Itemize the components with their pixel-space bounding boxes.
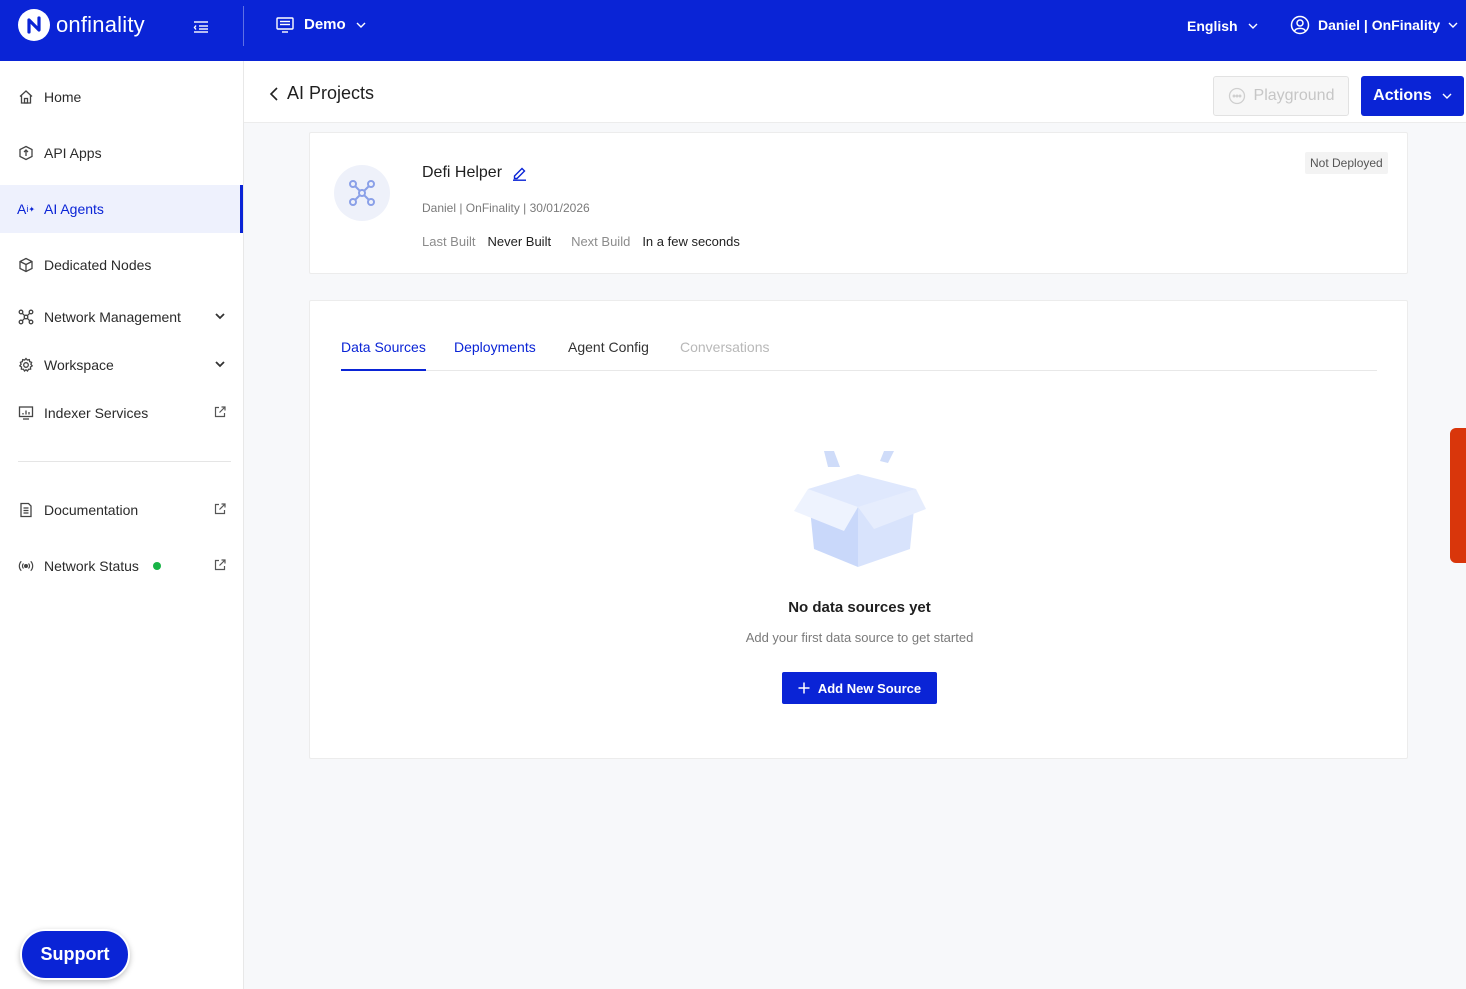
- playground-button[interactable]: Playground: [1213, 76, 1349, 116]
- chevron-down-icon: [1442, 93, 1452, 99]
- sidebar-item-network-status[interactable]: Network Status: [0, 542, 243, 590]
- gear-icon: [18, 357, 34, 373]
- user-menu[interactable]: Daniel | OnFinality: [1290, 15, 1458, 35]
- sidebar-item-label: AI Agents: [44, 201, 104, 217]
- external-link-icon: [214, 559, 226, 571]
- sidebar: Home API Apps Ai ✦ AI Agents Dedicated No…: [0, 61, 244, 989]
- sidebar-item-dedicated-nodes[interactable]: Dedicated Nodes: [0, 241, 243, 289]
- onfinality-logo-icon: [18, 9, 50, 41]
- back-link[interactable]: AI Projects: [269, 83, 374, 104]
- brand-name: onfinality: [56, 12, 145, 37]
- sidebar-divider: [18, 461, 231, 462]
- sidebar-item-label: Indexer Services: [44, 405, 149, 421]
- cube-icon: [18, 257, 34, 273]
- user-avatar-icon: [1290, 15, 1310, 35]
- page-header: AI Projects Playground Actions: [244, 61, 1466, 123]
- external-link-icon: [214, 406, 226, 418]
- tab-agent-config[interactable]: Agent Config: [568, 339, 649, 371]
- agent-meta: Daniel | OnFinality | 30/01/2026: [422, 201, 590, 215]
- agent-avatar: [334, 165, 390, 221]
- sidebar-item-label: Dedicated Nodes: [44, 257, 152, 273]
- sidebar-item-home[interactable]: Home: [0, 73, 243, 121]
- sidebar-item-label: Workspace: [44, 357, 114, 373]
- tab-bar: Data Sources Deployments Agent Config Co…: [341, 339, 1377, 371]
- language-label: English: [1187, 18, 1238, 34]
- chevron-down-icon: [356, 22, 366, 28]
- chevron-down-icon: [1248, 23, 1258, 29]
- top-navbar: onfinality Demo English Daniel | OnFinal…: [0, 0, 1466, 61]
- sidebar-item-documentation[interactable]: Documentation: [0, 486, 243, 534]
- feedback-tab[interactable]: [1450, 428, 1466, 563]
- user-name: Daniel | OnFinality: [1318, 17, 1441, 33]
- chat-icon: [1228, 87, 1245, 105]
- tab-deployments[interactable]: Deployments: [454, 339, 536, 371]
- empty-box-illustration: [794, 451, 926, 567]
- monitor-icon: [18, 405, 34, 421]
- chevron-down-icon: [215, 313, 225, 320]
- ai-sparkle-icon: Ai ✦: [16, 201, 36, 217]
- empty-state-title: No data sources yet: [788, 599, 931, 616]
- add-new-source-button[interactable]: Add New Source: [782, 672, 937, 704]
- agent-summary-card: Defi Helper Daniel | OnFinality | 30/01/…: [309, 132, 1408, 274]
- actions-label: Actions: [1373, 87, 1432, 104]
- sidebar-item-workspace[interactable]: Workspace: [0, 341, 243, 389]
- agent-name-row: Defi Helper: [422, 164, 527, 182]
- language-selector[interactable]: English: [1187, 18, 1258, 34]
- tab-conversations: Conversations: [680, 339, 770, 355]
- chevron-down-icon: [215, 361, 225, 368]
- next-build-label: Next Build: [571, 234, 631, 249]
- actions-button[interactable]: Actions: [1361, 76, 1464, 116]
- document-icon: [18, 502, 34, 518]
- broadcast-icon: [18, 558, 34, 574]
- last-built-value: Never Built: [487, 234, 552, 249]
- home-icon: [18, 89, 34, 105]
- sidebar-item-label: API Apps: [44, 145, 102, 161]
- sidebar-item-label: Network Management: [44, 309, 181, 325]
- support-button[interactable]: Support: [20, 929, 130, 980]
- playground-label: Playground: [1253, 87, 1335, 104]
- project-name: Demo: [304, 16, 346, 33]
- sidebar-item-network-management[interactable]: Network Management: [0, 293, 243, 341]
- last-built-label: Last Built: [422, 234, 476, 249]
- project-selector[interactable]: Demo: [276, 16, 366, 33]
- chevron-left-icon: [269, 86, 278, 101]
- sidebar-item-label: Network Status: [44, 558, 139, 574]
- brand-logo[interactable]: onfinality: [18, 9, 145, 41]
- sidebar-item-ai-agents[interactable]: Ai ✦ AI Agents: [0, 185, 243, 233]
- agent-name: Defi Helper: [422, 164, 503, 181]
- plus-icon: [798, 682, 810, 694]
- agent-tabs-card: Data Sources Deployments Agent Config Co…: [309, 300, 1408, 759]
- sidebar-item-label: Home: [44, 89, 82, 105]
- status-badge: Not Deployed: [1305, 152, 1388, 174]
- chevron-down-icon: [1448, 22, 1458, 28]
- monitor-icon: [276, 16, 294, 33]
- sidebar-item-indexer-services[interactable]: Indexer Services: [0, 389, 243, 437]
- build-info: Last Built Never Built Next Build In a f…: [422, 234, 748, 249]
- external-link-icon: [214, 503, 226, 515]
- add-new-source-label: Add New Source: [817, 680, 922, 696]
- api-icon: [18, 145, 34, 161]
- next-build-value: In a few seconds: [642, 234, 740, 249]
- tab-data-sources[interactable]: Data Sources: [341, 339, 426, 371]
- network-icon: [18, 309, 34, 325]
- sidebar-item-label: Documentation: [44, 502, 139, 518]
- status-indicator-dot: [152, 562, 161, 570]
- sidebar-item-api-apps[interactable]: API Apps: [0, 129, 243, 177]
- network-icon: [349, 180, 375, 206]
- menu-collapse-icon[interactable]: [192, 18, 210, 36]
- page-title: AI Projects: [287, 83, 375, 103]
- topbar-divider: [243, 6, 244, 46]
- empty-state-subtitle: Add your first data source to get starte…: [745, 630, 974, 645]
- edit-icon[interactable]: [512, 166, 527, 181]
